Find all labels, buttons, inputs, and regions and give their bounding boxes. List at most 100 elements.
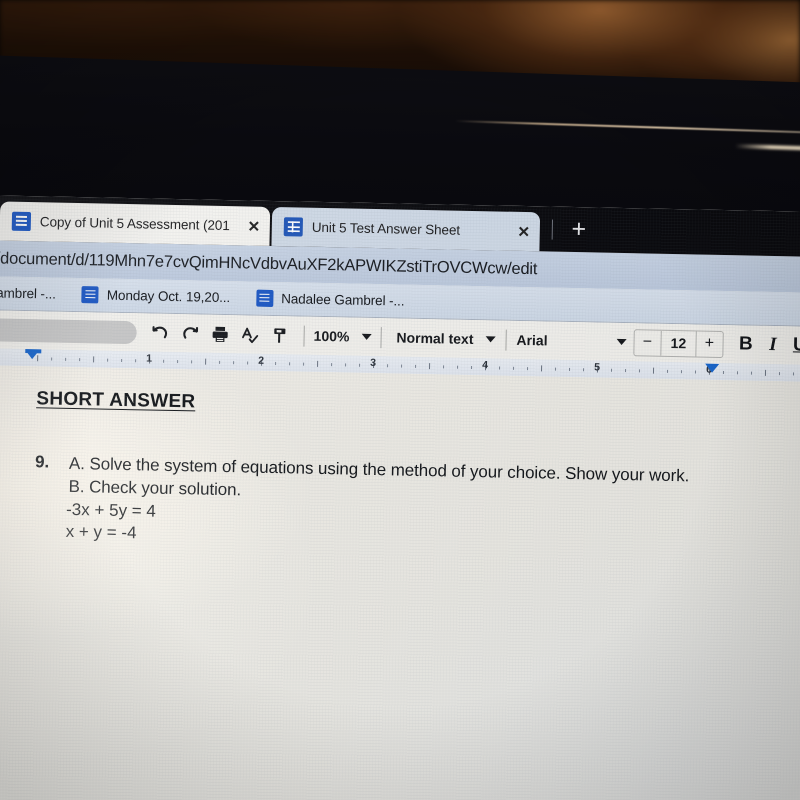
- ruler-tick: [387, 364, 389, 368]
- ruler-tick: [359, 363, 361, 367]
- ruler-tick: [610, 368, 613, 372]
- chevron-down-icon: [616, 338, 627, 346]
- ruler-tick: [652, 367, 655, 374]
- paint-format-icon[interactable]: [264, 320, 295, 351]
- bookmark-item-0[interactable]: lee Gambrel -...: [0, 285, 56, 302]
- ruler-tick: [694, 370, 697, 374]
- font-size-decrease-button[interactable]: −: [634, 330, 660, 356]
- google-docs-icon: [11, 211, 32, 232]
- ruler-tick: [582, 368, 585, 372]
- toolbar-divider: [303, 325, 305, 347]
- ruler-tick: [624, 369, 627, 373]
- toolbar-divider: [505, 329, 507, 351]
- ruler-tick: [401, 364, 403, 368]
- google-sheets-icon: [283, 217, 304, 237]
- ruler-tick: [513, 366, 515, 370]
- ruler-tick: [219, 360, 221, 364]
- chevron-down-icon: [361, 333, 372, 340]
- ruler-tick: [331, 363, 333, 367]
- ruler-tick: [51, 357, 53, 361]
- ruler-tick: [233, 361, 235, 365]
- section-heading: SHORT ANSWER: [36, 388, 196, 413]
- search-menus-pill[interactable]: [0, 317, 137, 344]
- ruler-tick: [568, 367, 571, 371]
- redo-icon[interactable]: [174, 318, 205, 349]
- ruler-number: 2: [258, 354, 265, 367]
- ruler-tick: [317, 360, 319, 367]
- ruler-tick: [666, 369, 669, 373]
- close-icon[interactable]: ✕: [246, 217, 262, 235]
- google-docs-icon: [81, 286, 100, 304]
- document-body[interactable]: SHORT ANSWER 9. A. Solve the system of e…: [0, 365, 800, 800]
- paragraph-style-selector[interactable]: Normal text: [396, 329, 496, 348]
- ruler-number: 4: [482, 359, 489, 372]
- ruler-tick: [527, 367, 529, 371]
- ruler-tick: [205, 358, 207, 365]
- bookmark-item-2-label: Nadalee Gambrel -...: [281, 291, 405, 309]
- print-icon[interactable]: [204, 319, 235, 350]
- right-indent-marker[interactable]: [704, 363, 720, 373]
- toolbar-divider: [380, 326, 382, 348]
- spellcheck-icon[interactable]: [234, 319, 265, 350]
- bookmark-item-1[interactable]: Monday Oct. 19,20...: [81, 286, 231, 306]
- ruler-tick: [499, 366, 501, 370]
- font-size-input[interactable]: 12: [660, 330, 697, 356]
- bookmark-item-0-label: lee Gambrel -...: [0, 285, 57, 302]
- ruler-tick: [471, 365, 473, 369]
- ruler-tick: [177, 360, 179, 364]
- ruler-tick: [778, 372, 781, 376]
- ruler-tick: [429, 363, 431, 370]
- ruler-tick: [303, 362, 305, 366]
- ruler-tick: [163, 359, 165, 363]
- browser-window: Copy of Unit 5 Assessment (201 ✕ Unit 5 …: [0, 194, 800, 800]
- ruler-tick: [540, 365, 543, 372]
- ruler-tick: [345, 363, 347, 367]
- ruler-number: 3: [370, 356, 377, 370]
- font-family-selector[interactable]: Arial: [516, 331, 627, 350]
- url-text: com/document/d/119Mhn7e7cvQimHNcVdbvAuXF…: [0, 248, 538, 278]
- ruler-tick: [79, 358, 81, 362]
- tab-separator: [551, 219, 554, 240]
- ruler-tick: [764, 369, 767, 376]
- ruler-tick: [457, 365, 459, 369]
- ruler-tick: [750, 371, 753, 375]
- browser-tab-0[interactable]: Copy of Unit 5 Assessment (201 ✕: [0, 201, 271, 246]
- zoom-selector[interactable]: 100%: [313, 327, 372, 345]
- chevron-down-icon: [485, 336, 496, 343]
- browser-tab-1-title: Unit 5 Test Answer Sheet: [311, 219, 461, 238]
- ruler-tick: [191, 360, 193, 364]
- ruler-tick: [443, 365, 445, 369]
- bookmark-item-2[interactable]: Nadalee Gambrel -...: [255, 289, 405, 310]
- ruler-number: 1: [146, 352, 153, 365]
- ruler-tick: [121, 358, 123, 362]
- left-indent-marker[interactable]: [25, 350, 40, 360]
- italic-button[interactable]: I: [759, 334, 786, 357]
- bold-button[interactable]: B: [732, 333, 759, 356]
- ruler-tick: [722, 371, 725, 375]
- ruler-tick: [247, 361, 249, 365]
- laptop-screen-photo: Copy of Unit 5 Assessment (201 ✕ Unit 5 …: [0, 0, 800, 800]
- zoom-value: 100%: [313, 327, 350, 345]
- ruler-tick: [93, 356, 95, 363]
- font-family-value: Arial: [516, 331, 548, 349]
- document-page[interactable]: SHORT ANSWER 9. A. Solve the system of e…: [0, 364, 800, 800]
- question-block: 9. A. Solve the system of equations usin…: [33, 452, 800, 559]
- ruler-tick: [680, 370, 683, 374]
- font-size-stepper: − 12 +: [633, 328, 724, 358]
- new-tab-button[interactable]: +: [566, 215, 593, 244]
- ruler-tick: [275, 362, 277, 366]
- question-number: 9.: [34, 452, 50, 472]
- undo-icon[interactable]: [144, 317, 175, 348]
- paragraph-style-value: Normal text: [396, 329, 474, 348]
- underline-button[interactable]: U: [786, 334, 800, 357]
- font-size-increase-button[interactable]: +: [696, 331, 722, 357]
- ruler-tick: [107, 358, 109, 362]
- browser-tab-1[interactable]: Unit 5 Test Answer Sheet ✕: [271, 206, 541, 252]
- browser-tab-0-title: Copy of Unit 5 Assessment (201: [39, 214, 230, 234]
- ruler-tick: [638, 369, 641, 373]
- ruler-tick: [555, 367, 557, 371]
- ruler-tick: [65, 357, 67, 361]
- close-icon[interactable]: ✕: [516, 222, 532, 240]
- ruler-number: 5: [594, 361, 601, 374]
- ruler-tick: [792, 372, 795, 376]
